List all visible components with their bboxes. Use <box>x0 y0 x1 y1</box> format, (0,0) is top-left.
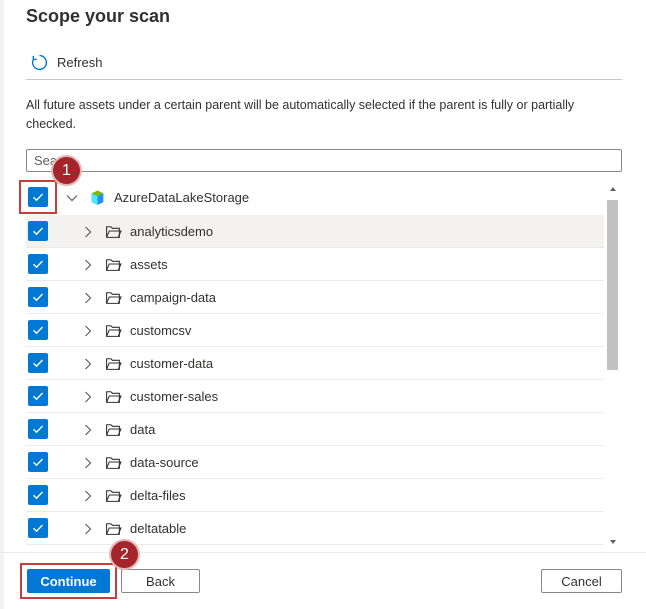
folder-icon <box>106 358 122 370</box>
chevron-down-icon[interactable] <box>65 191 79 205</box>
chevron-right-icon[interactable] <box>81 291 95 305</box>
chevron-right-icon[interactable] <box>81 357 95 371</box>
folder-icon <box>106 259 122 271</box>
row-checkbox[interactable] <box>28 254 48 274</box>
back-button[interactable]: Back <box>121 569 200 593</box>
folder-icon <box>106 226 122 238</box>
refresh-label: Refresh <box>57 54 103 70</box>
tree-row-label: deltatable <box>130 520 187 536</box>
tree-scrollbar[interactable] <box>606 182 620 549</box>
row-checkbox[interactable] <box>28 419 48 439</box>
tree-row-label: customcsv <box>130 322 192 338</box>
folder-icon <box>106 457 122 469</box>
check-icon <box>33 293 44 302</box>
tree-row[interactable]: customer-data <box>26 347 604 380</box>
tree-row[interactable]: delta-files <box>26 479 604 512</box>
asset-tree: AzureDataLakeStorage analyticsdemo asset… <box>26 181 604 549</box>
check-icon <box>33 260 44 269</box>
scroll-down-icon[interactable] <box>608 537 618 547</box>
tree-row-label: AzureDataLakeStorage <box>114 190 250 205</box>
row-checkbox[interactable] <box>28 518 48 538</box>
tree-row-root[interactable]: AzureDataLakeStorage <box>26 181 604 214</box>
row-checkbox[interactable] <box>28 320 48 340</box>
tree-row-label: data-source <box>130 454 199 470</box>
tree-row[interactable]: campaign-data <box>26 281 604 314</box>
callout-highlight-1 <box>19 180 57 214</box>
tree-row-label: customer-data <box>130 355 214 371</box>
search-input[interactable] <box>26 149 622 172</box>
refresh-icon <box>31 54 48 70</box>
chevron-right-icon[interactable] <box>81 489 95 503</box>
tree-row[interactable]: assets <box>26 248 604 281</box>
tree-row-label: analyticsdemo <box>130 223 214 239</box>
tree-row-label: campaign-data <box>130 289 216 305</box>
chevron-right-icon[interactable] <box>81 423 95 437</box>
tree-row[interactable]: data <box>26 413 604 446</box>
tree-row[interactable]: deltatable <box>26 512 604 545</box>
page-title: Scope your scan <box>26 6 171 26</box>
folder-icon <box>106 490 122 502</box>
refresh-button[interactable]: Refresh <box>31 52 103 72</box>
tree-row-label: assets <box>130 256 168 272</box>
check-icon <box>33 392 44 401</box>
row-checkbox[interactable] <box>28 386 48 406</box>
scroll-thumb[interactable] <box>607 200 618 370</box>
toolbar-divider <box>26 79 622 80</box>
check-icon <box>33 359 44 368</box>
check-icon <box>33 524 44 533</box>
row-checkbox[interactable] <box>28 485 48 505</box>
folder-icon <box>106 424 122 436</box>
chevron-right-icon[interactable] <box>81 390 95 404</box>
chevron-right-icon[interactable] <box>81 225 95 239</box>
info-text: All future assets under a certain parent… <box>26 98 575 131</box>
callout-badge-2: 2 <box>111 541 138 568</box>
scroll-up-icon[interactable] <box>608 184 618 194</box>
storage-account-icon <box>91 190 104 205</box>
row-checkbox[interactable] <box>28 287 48 307</box>
folder-icon <box>106 325 122 337</box>
folder-icon <box>106 292 122 304</box>
row-checkbox[interactable] <box>28 452 48 472</box>
tree-row[interactable]: analyticsdemo <box>26 215 604 248</box>
folder-icon <box>106 391 122 403</box>
tree-row[interactable]: data-source <box>26 446 604 479</box>
tree-row-label: customer-sales <box>130 388 219 404</box>
callout-badge-1: 1 <box>53 157 80 184</box>
check-icon <box>33 227 44 236</box>
row-checkbox[interactable] <box>28 221 48 241</box>
check-icon <box>33 326 44 335</box>
footer-divider <box>0 552 646 553</box>
tree-row-label: delta-files <box>130 487 186 503</box>
check-icon <box>33 425 44 434</box>
check-icon <box>33 491 44 500</box>
tree-row-label: data <box>130 421 156 437</box>
folder-icon <box>106 523 122 535</box>
callout-highlight-2 <box>20 563 117 599</box>
chevron-right-icon[interactable] <box>81 258 95 272</box>
chevron-right-icon[interactable] <box>81 324 95 338</box>
row-checkbox[interactable] <box>28 353 48 373</box>
tree-row[interactable]: customer-sales <box>26 380 604 413</box>
cancel-button[interactable]: Cancel <box>541 569 622 593</box>
chevron-right-icon[interactable] <box>81 522 95 536</box>
check-icon <box>33 458 44 467</box>
chevron-right-icon[interactable] <box>81 456 95 470</box>
tree-row[interactable]: customcsv <box>26 314 604 347</box>
panel-left-edge <box>0 0 4 609</box>
